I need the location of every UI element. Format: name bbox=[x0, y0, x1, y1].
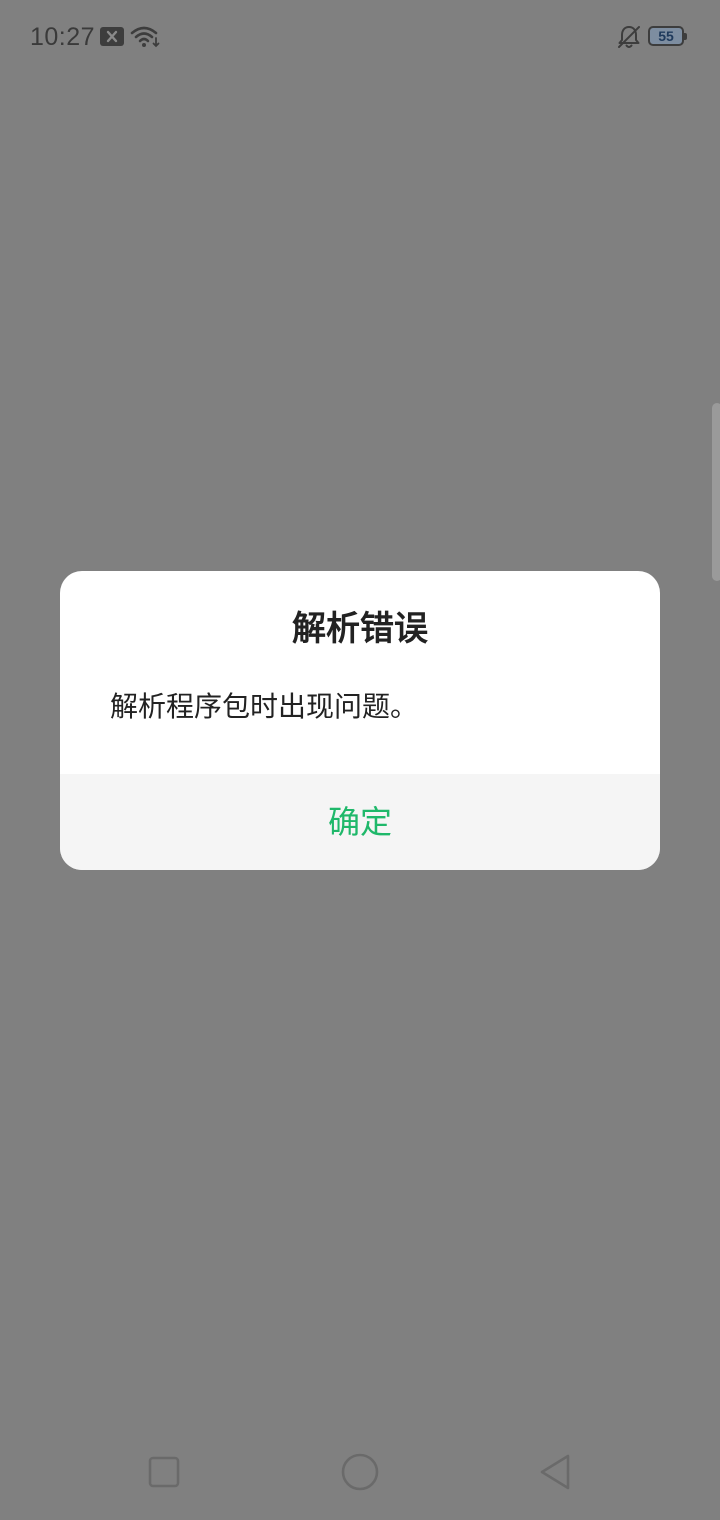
bell-off-icon bbox=[618, 26, 640, 48]
scroll-handle[interactable] bbox=[712, 403, 720, 581]
confirm-button[interactable]: 确定 bbox=[60, 774, 660, 870]
dialog-actions: 确定 bbox=[60, 774, 660, 870]
wifi-icon bbox=[130, 26, 160, 48]
dialog-message: 解析程序包时出现问题。 bbox=[110, 690, 419, 723]
back-icon bbox=[540, 1454, 570, 1490]
battery-icon: 55 bbox=[648, 26, 687, 46]
home-icon bbox=[341, 1453, 379, 1491]
status-time: 10:27 bbox=[30, 23, 96, 51]
sim-off-icon bbox=[100, 27, 124, 46]
recents-button[interactable] bbox=[142, 1450, 186, 1494]
navigation-bar bbox=[0, 1420, 720, 1520]
back-button[interactable] bbox=[534, 1450, 578, 1494]
home-button[interactable] bbox=[338, 1450, 382, 1494]
battery-level: 55 bbox=[658, 28, 674, 44]
recents-icon bbox=[148, 1456, 180, 1488]
dialog-title: 解析错误 bbox=[292, 609, 428, 649]
status-bar: 10:27 55 bbox=[0, 0, 720, 72]
parse-error-dialog: 解析错误 解析程序包时出现问题。 确定 bbox=[60, 571, 660, 870]
